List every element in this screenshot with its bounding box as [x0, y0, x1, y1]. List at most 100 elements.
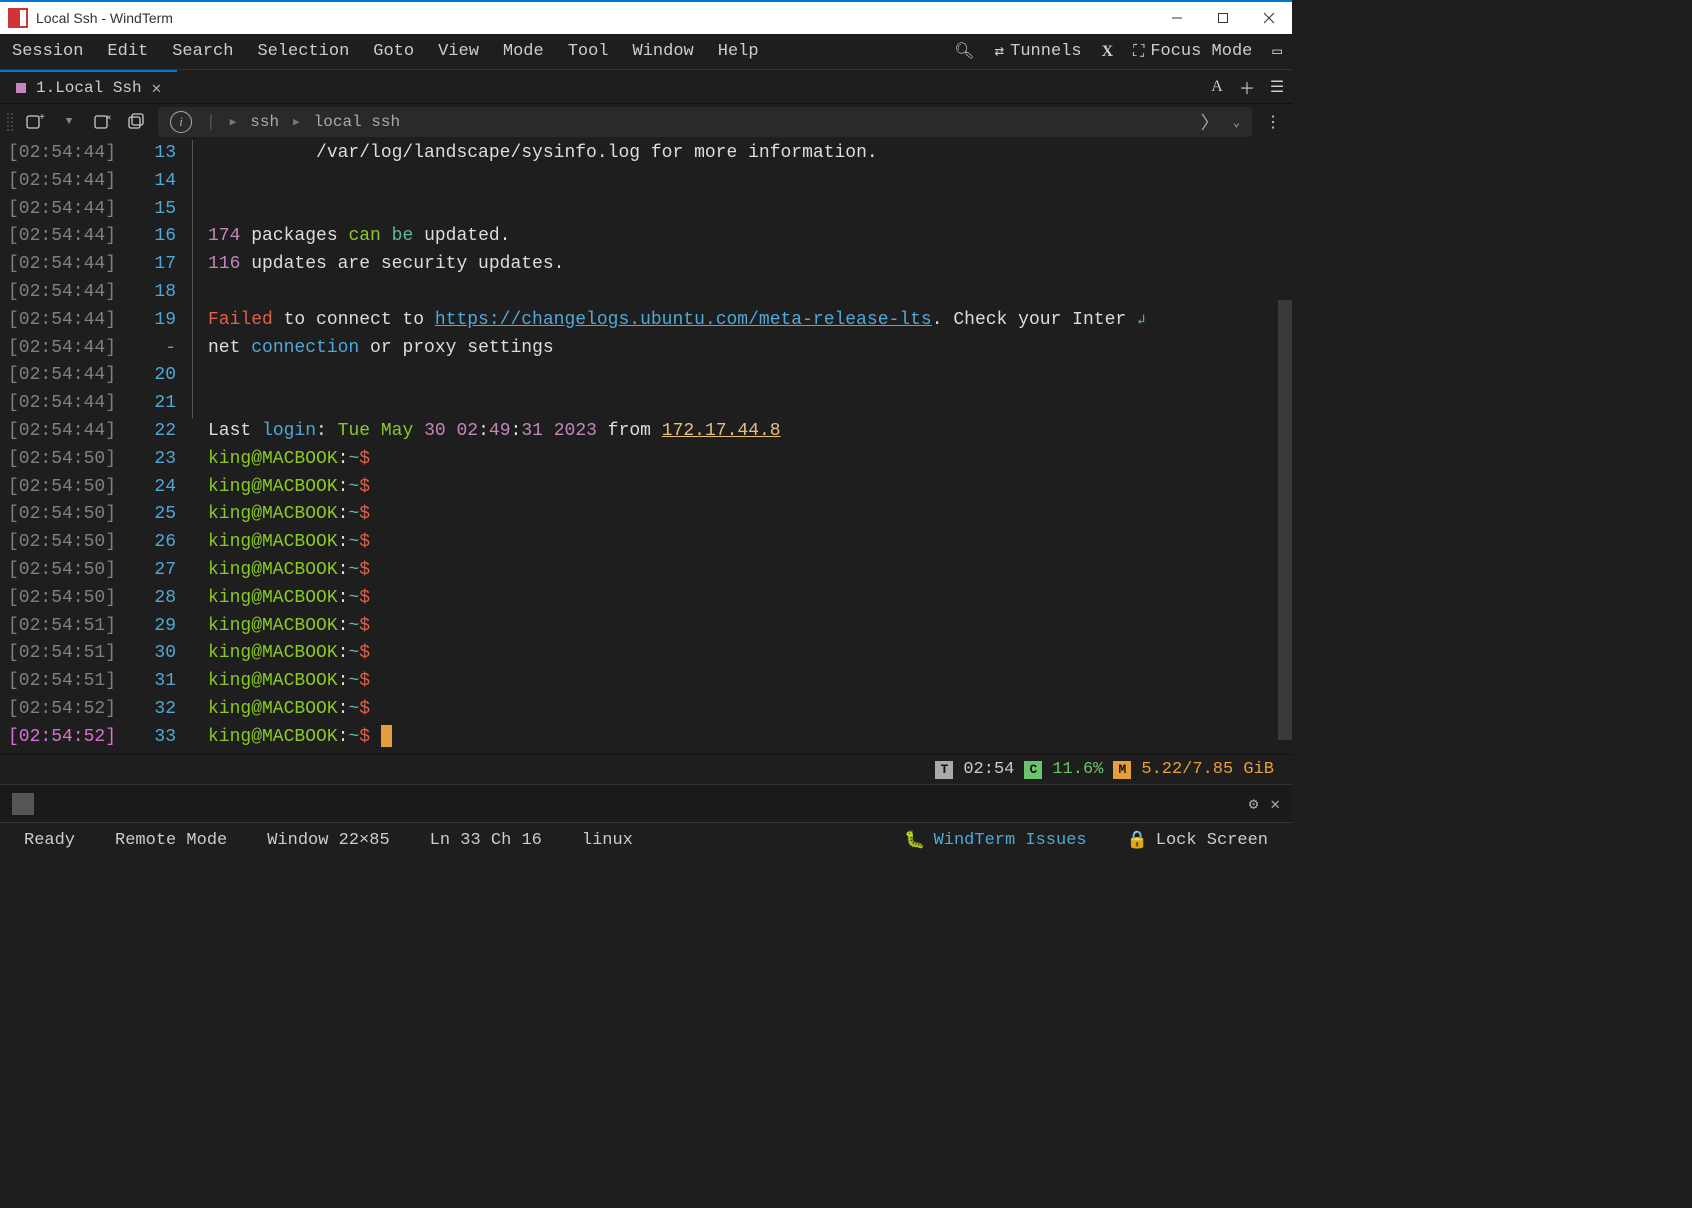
- terminal-line: [02:54:51]29king@MACBOOK:~$: [0, 613, 1292, 641]
- timestamp: [02:54:50]: [0, 501, 128, 529]
- x-button[interactable]: X: [1092, 34, 1124, 70]
- maximize-button[interactable]: [1200, 1, 1246, 35]
- tunnels-button[interactable]: ⇄ Tunnels: [985, 34, 1092, 70]
- menu-search[interactable]: Search: [160, 34, 245, 70]
- line-number: 24: [128, 474, 186, 502]
- line-number: 31: [128, 668, 186, 696]
- panel-logo-icon[interactable]: [12, 793, 34, 815]
- add-tab-button[interactable]: ＋: [1232, 70, 1262, 103]
- line-number: 19: [128, 307, 186, 335]
- tab-label: 1.Local Ssh: [36, 79, 142, 97]
- tabbar: 1.Local Ssh ✕ A ＋ ☰: [0, 70, 1292, 104]
- dropdown-icon[interactable]: ▼: [56, 109, 82, 135]
- terminal-line: [02:54:50]27king@MACBOOK:~$: [0, 557, 1292, 585]
- gutter: [186, 474, 208, 502]
- timestamp: [02:54:44]: [0, 279, 128, 307]
- timestamp: [02:54:50]: [0, 585, 128, 613]
- tab-indicator-icon: [16, 83, 26, 93]
- line-number: 13: [128, 140, 186, 168]
- close-button[interactable]: [1246, 1, 1292, 35]
- grip-icon[interactable]: [6, 112, 14, 132]
- gutter: [186, 696, 208, 724]
- menu-window[interactable]: Window: [621, 34, 706, 70]
- gutter: [186, 501, 208, 529]
- tab-menu-button[interactable]: ☰: [1262, 70, 1292, 103]
- search-icon[interactable]: 🔍︎: [944, 34, 984, 70]
- tab-close-icon[interactable]: ✕: [152, 78, 162, 98]
- line-content: [208, 279, 1292, 307]
- line-content: [208, 390, 1292, 418]
- close-session-button[interactable]: ✕: [90, 109, 116, 135]
- scrollbar-vertical[interactable]: [1278, 300, 1292, 740]
- line-number: 16: [128, 223, 186, 251]
- menu-view[interactable]: View: [426, 34, 491, 70]
- timestamp: [02:54:44]: [0, 418, 128, 446]
- line-content: king@MACBOOK:~$: [208, 501, 1292, 529]
- breadcrumb-seg1[interactable]: ssh: [250, 113, 279, 131]
- info-icon[interactable]: i: [170, 111, 192, 133]
- line-number: 20: [128, 362, 186, 390]
- gutter: [186, 196, 208, 224]
- gutter: [186, 613, 208, 641]
- timestamp: [02:54:44]: [0, 196, 128, 224]
- gutter: [186, 140, 208, 168]
- forward-icon[interactable]: 〉: [1201, 109, 1219, 135]
- status-remote-mode[interactable]: Remote Mode: [115, 831, 227, 850]
- new-session-button[interactable]: +: [22, 109, 48, 135]
- menu-goto[interactable]: Goto: [361, 34, 426, 70]
- terminal[interactable]: [02:54:44]13 /var/log/landscape/sysinfo.…: [0, 140, 1292, 754]
- gutter: [186, 724, 208, 752]
- terminal-line: [02:54:44]14: [0, 168, 1292, 196]
- terminal-line: [02:54:50]25king@MACBOOK:~$: [0, 501, 1292, 529]
- timestamp: [02:54:52]: [0, 696, 128, 724]
- breadcrumb[interactable]: i | ▶ ssh ▶ local ssh 〉 ⌄: [158, 107, 1252, 137]
- status-window-size[interactable]: Window 22×85: [267, 831, 389, 850]
- minimize-button[interactable]: [1154, 1, 1200, 35]
- line-content: Failed to connect to https://changelogs.…: [208, 307, 1292, 335]
- line-number: 33: [128, 724, 186, 752]
- focus-mode-icon: ⛶: [1133, 34, 1144, 70]
- menu-selection[interactable]: Selection: [245, 34, 361, 70]
- issues-label: WindTerm Issues: [934, 831, 1087, 850]
- more-icon[interactable]: ⋮: [1260, 109, 1286, 135]
- status-os[interactable]: linux: [582, 831, 633, 850]
- focus-mode-button[interactable]: ⛶ Focus Mode: [1123, 34, 1262, 70]
- menubar: SessionEditSearchSelectionGotoViewModeTo…: [0, 34, 1292, 70]
- line-content: king@MACBOOK:~$: [208, 724, 1292, 752]
- gutter: [186, 585, 208, 613]
- line-number: 30: [128, 640, 186, 668]
- mem-badge-icon: M: [1113, 761, 1131, 779]
- menu-edit[interactable]: Edit: [95, 34, 160, 70]
- line-content: king@MACBOOK:~$: [208, 557, 1292, 585]
- lock-icon: 🔒: [1127, 830, 1148, 851]
- terminal-line: [02:54:50]26king@MACBOOK:~$: [0, 529, 1292, 557]
- terminal-line: [02:54:51]30king@MACBOOK:~$: [0, 640, 1292, 668]
- panel-toggle-icon[interactable]: ▭: [1262, 34, 1292, 70]
- menu-mode[interactable]: Mode: [491, 34, 556, 70]
- timestamp: [02:54:44]: [0, 251, 128, 279]
- menu-session[interactable]: Session: [0, 34, 95, 70]
- menu-tool[interactable]: Tool: [556, 34, 621, 70]
- cpu-badge-icon: C: [1024, 761, 1042, 779]
- menu-help[interactable]: Help: [706, 34, 771, 70]
- lock-screen-button[interactable]: 🔒 Lock Screen: [1127, 830, 1268, 851]
- gear-icon[interactable]: ⚙: [1249, 794, 1259, 814]
- timestamp: [02:54:44]: [0, 335, 128, 363]
- terminal-line: [02:54:50]28king@MACBOOK:~$: [0, 585, 1292, 613]
- breadcrumb-seg2[interactable]: local ssh: [314, 113, 400, 131]
- gutter: [186, 668, 208, 696]
- timestamp: [02:54:51]: [0, 668, 128, 696]
- chevron-icon: ▶: [230, 115, 237, 129]
- duplicate-session-button[interactable]: [124, 109, 150, 135]
- gutter: [186, 223, 208, 251]
- font-button[interactable]: A: [1202, 70, 1232, 103]
- status-cursor-pos[interactable]: Ln 33 Ch 16: [430, 831, 542, 850]
- chevron-down-icon[interactable]: ⌄: [1233, 115, 1240, 130]
- panel-close-icon[interactable]: ✕: [1270, 794, 1280, 814]
- line-content: king@MACBOOK:~$: [208, 668, 1292, 696]
- timestamp: [02:54:44]: [0, 307, 128, 335]
- cursor: [381, 725, 392, 747]
- tab-local-ssh[interactable]: 1.Local Ssh ✕: [0, 70, 177, 103]
- tunnels-icon: ⇄: [995, 34, 1005, 70]
- issues-link[interactable]: 🐛 WindTerm Issues: [904, 830, 1086, 851]
